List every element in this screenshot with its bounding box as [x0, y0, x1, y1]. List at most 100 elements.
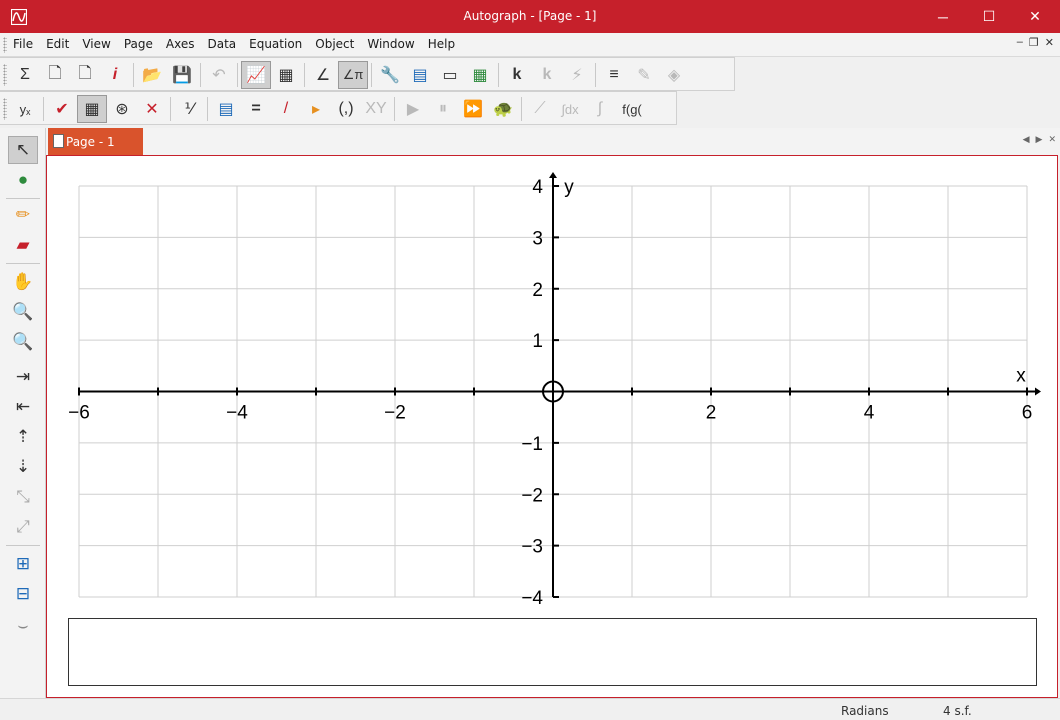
menu-equation[interactable]: Equation	[249, 37, 302, 51]
y-tick-label: 1	[532, 331, 543, 352]
add-point-icon[interactable]: ▸	[301, 95, 331, 123]
fast-forward-icon[interactable]: ⏩	[458, 95, 488, 123]
y-tick-label: −4	[521, 588, 543, 609]
new-page-icon[interactable]: 🗋	[40, 61, 70, 89]
save-icon[interactable]: 💾	[167, 61, 197, 89]
zoom-box-out-icon[interactable]: ⊟	[8, 580, 38, 608]
y-tick-label: −2	[521, 485, 543, 506]
tab-scroll-left-icon[interactable]: ◀	[1023, 134, 1030, 145]
axis-select-icon[interactable]: yₓ	[10, 95, 40, 123]
graph-page[interactable]: −6 −4 −2 2 4 6 4 3 2 1 −1 −2 −3 −4 x y	[46, 155, 1058, 698]
checkmark-icon[interactable]: ✔	[47, 95, 77, 123]
menu-axes[interactable]: Axes	[166, 37, 195, 51]
title-bar: Autograph - [Page - 1] ─ ☐ ✕	[0, 0, 1060, 33]
function-composition-icon[interactable]: f(g(	[615, 95, 649, 123]
open-folder-icon[interactable]: 📂	[137, 61, 167, 89]
zoom-out-icon[interactable]: 🔍	[8, 328, 38, 356]
angle-degrees-icon[interactable]: ∠	[308, 61, 338, 89]
y-stretch-out-icon[interactable]: ⇣	[8, 453, 38, 481]
polar-grid-icon[interactable]: ⊛	[107, 95, 137, 123]
x-stretch-in-icon[interactable]: ⇥	[8, 363, 38, 391]
y-stretch-in-icon[interactable]: ⇡	[8, 423, 38, 451]
flash-icon[interactable]: ⚡	[562, 61, 592, 89]
menu-edit[interactable]: Edit	[46, 37, 69, 51]
scale-icon[interactable]: ⅟	[174, 95, 204, 123]
toolbar-grip[interactable]	[3, 64, 7, 86]
coordinate-icon[interactable]: (,)	[331, 95, 361, 123]
delete-point-icon[interactable]: ✕	[137, 95, 167, 123]
text-box-icon[interactable]: ▭	[435, 61, 465, 89]
zoom-diagonal-out-icon[interactable]: ⤢	[8, 513, 38, 541]
tab-label: Page - 1	[66, 134, 115, 149]
mdi-close-button[interactable]: ✕	[1045, 36, 1054, 49]
y-axis-label: y	[564, 177, 574, 198]
add-line-icon[interactable]: /	[271, 95, 301, 123]
add-equation-icon[interactable]: =	[241, 95, 271, 123]
page-icon[interactable]: 🗋	[70, 61, 100, 89]
eraser-icon[interactable]: ▰	[8, 231, 38, 259]
graph-2d-icon[interactable]: 📈	[241, 61, 271, 89]
x-tick-label: −6	[68, 403, 90, 424]
tangent-icon[interactable]: ⟋	[525, 95, 555, 123]
play-icon[interactable]: ▶	[398, 95, 428, 123]
tab-page-1[interactable]: Page - 1	[48, 128, 143, 155]
menu-page[interactable]: Page	[124, 37, 153, 51]
add-table-icon[interactable]: ▤	[211, 95, 241, 123]
results-box[interactable]	[68, 618, 1037, 686]
toolbar-grip[interactable]	[3, 98, 7, 120]
precision-status: 4 s.f.	[943, 704, 972, 718]
menu-help[interactable]: Help	[428, 37, 455, 51]
undo-icon[interactable]: ↶	[204, 61, 234, 89]
info-page-icon[interactable]: i	[100, 61, 130, 89]
zoom-in-icon[interactable]: 🔍	[8, 298, 38, 326]
x-tick-label: 4	[864, 403, 875, 424]
tab-strip: Page - 1 ◀ ▶ ✕	[46, 128, 1060, 156]
graph-stats-icon[interactable]: ▦	[271, 61, 301, 89]
constant-animate-icon[interactable]: k	[532, 61, 562, 89]
menu-object[interactable]: Object	[315, 37, 354, 51]
hand-pan-icon[interactable]: ✋	[8, 268, 38, 296]
tab-scroll-right-icon[interactable]: ▶	[1036, 134, 1043, 145]
add-point-icon[interactable]: ●	[8, 166, 38, 194]
grid-icon[interactable]: ▦	[77, 95, 107, 123]
y-tick-label: −1	[521, 434, 543, 455]
tab-close-icon[interactable]: ✕	[1048, 134, 1056, 145]
main-toolbar: Σ 🗋 🗋 i 📂 💾 ↶ 📈 ▦ ∠ ∠π 🔧 ▤ ▭ ▦ k k ⚡ ≡ ✎…	[0, 57, 735, 91]
xy-icon[interactable]: XY	[361, 95, 391, 123]
angle-radians-icon[interactable]: ∠π	[338, 61, 368, 89]
mdi-minimize-button[interactable]: –	[1017, 36, 1023, 49]
minimize-button[interactable]: ─	[920, 0, 966, 33]
line-style-icon[interactable]: ≡	[599, 61, 629, 89]
pencil-icon[interactable]: ✏	[8, 201, 38, 229]
window-title: Autograph - [Page - 1]	[463, 9, 597, 23]
page-doc-icon	[53, 134, 64, 148]
menu-file[interactable]: File	[13, 37, 33, 51]
graph-canvas[interactable]: −6 −4 −2 2 4 6 4 3 2 1 −1 −2 −3 −4 x y	[47, 156, 1057, 616]
turtle-icon[interactable]: 🐢	[488, 95, 518, 123]
calculator-icon[interactable]: ▦	[465, 61, 495, 89]
integral-icon[interactable]: ∫dx	[555, 95, 585, 123]
object-toolbar: yₓ ✔ ▦ ⊛ ✕ ⅟ ▤ = / ▸ (,) XY ▶ ⏸ ⏩ 🐢 ⟋ ∫d…	[0, 91, 677, 125]
derivative-icon[interactable]: ∫	[585, 95, 615, 123]
line-color-icon[interactable]: ✎	[629, 61, 659, 89]
sigma-icon[interactable]: Σ	[10, 61, 40, 89]
close-button[interactable]: ✕	[1012, 0, 1058, 33]
select-arrow-icon[interactable]: ↖	[8, 136, 38, 164]
maximize-button[interactable]: ☐	[966, 0, 1012, 33]
menu-view[interactable]: View	[82, 37, 110, 51]
menu-grip[interactable]	[3, 37, 7, 53]
zoom-diagonal-in-icon[interactable]: ⤡	[8, 483, 38, 511]
mdi-restore-button[interactable]: ❐	[1029, 36, 1039, 49]
pause-icon[interactable]: ⏸	[428, 95, 458, 123]
curve-add-icon[interactable]: ⌣	[8, 612, 38, 640]
menu-bar: File Edit View Page Axes Data Equation O…	[0, 33, 1060, 57]
constant-controller-icon[interactable]: k	[502, 61, 532, 89]
x-stretch-out-icon[interactable]: ⇤	[8, 393, 38, 421]
fill-color-icon[interactable]: ◈	[659, 61, 689, 89]
settings-icon[interactable]: 🔧	[375, 61, 405, 89]
table-icon[interactable]: ▤	[405, 61, 435, 89]
menu-data[interactable]: Data	[207, 37, 236, 51]
menu-window[interactable]: Window	[367, 37, 414, 51]
x-tick-label: −2	[384, 403, 406, 424]
zoom-box-in-icon[interactable]: ⊞	[8, 550, 38, 578]
